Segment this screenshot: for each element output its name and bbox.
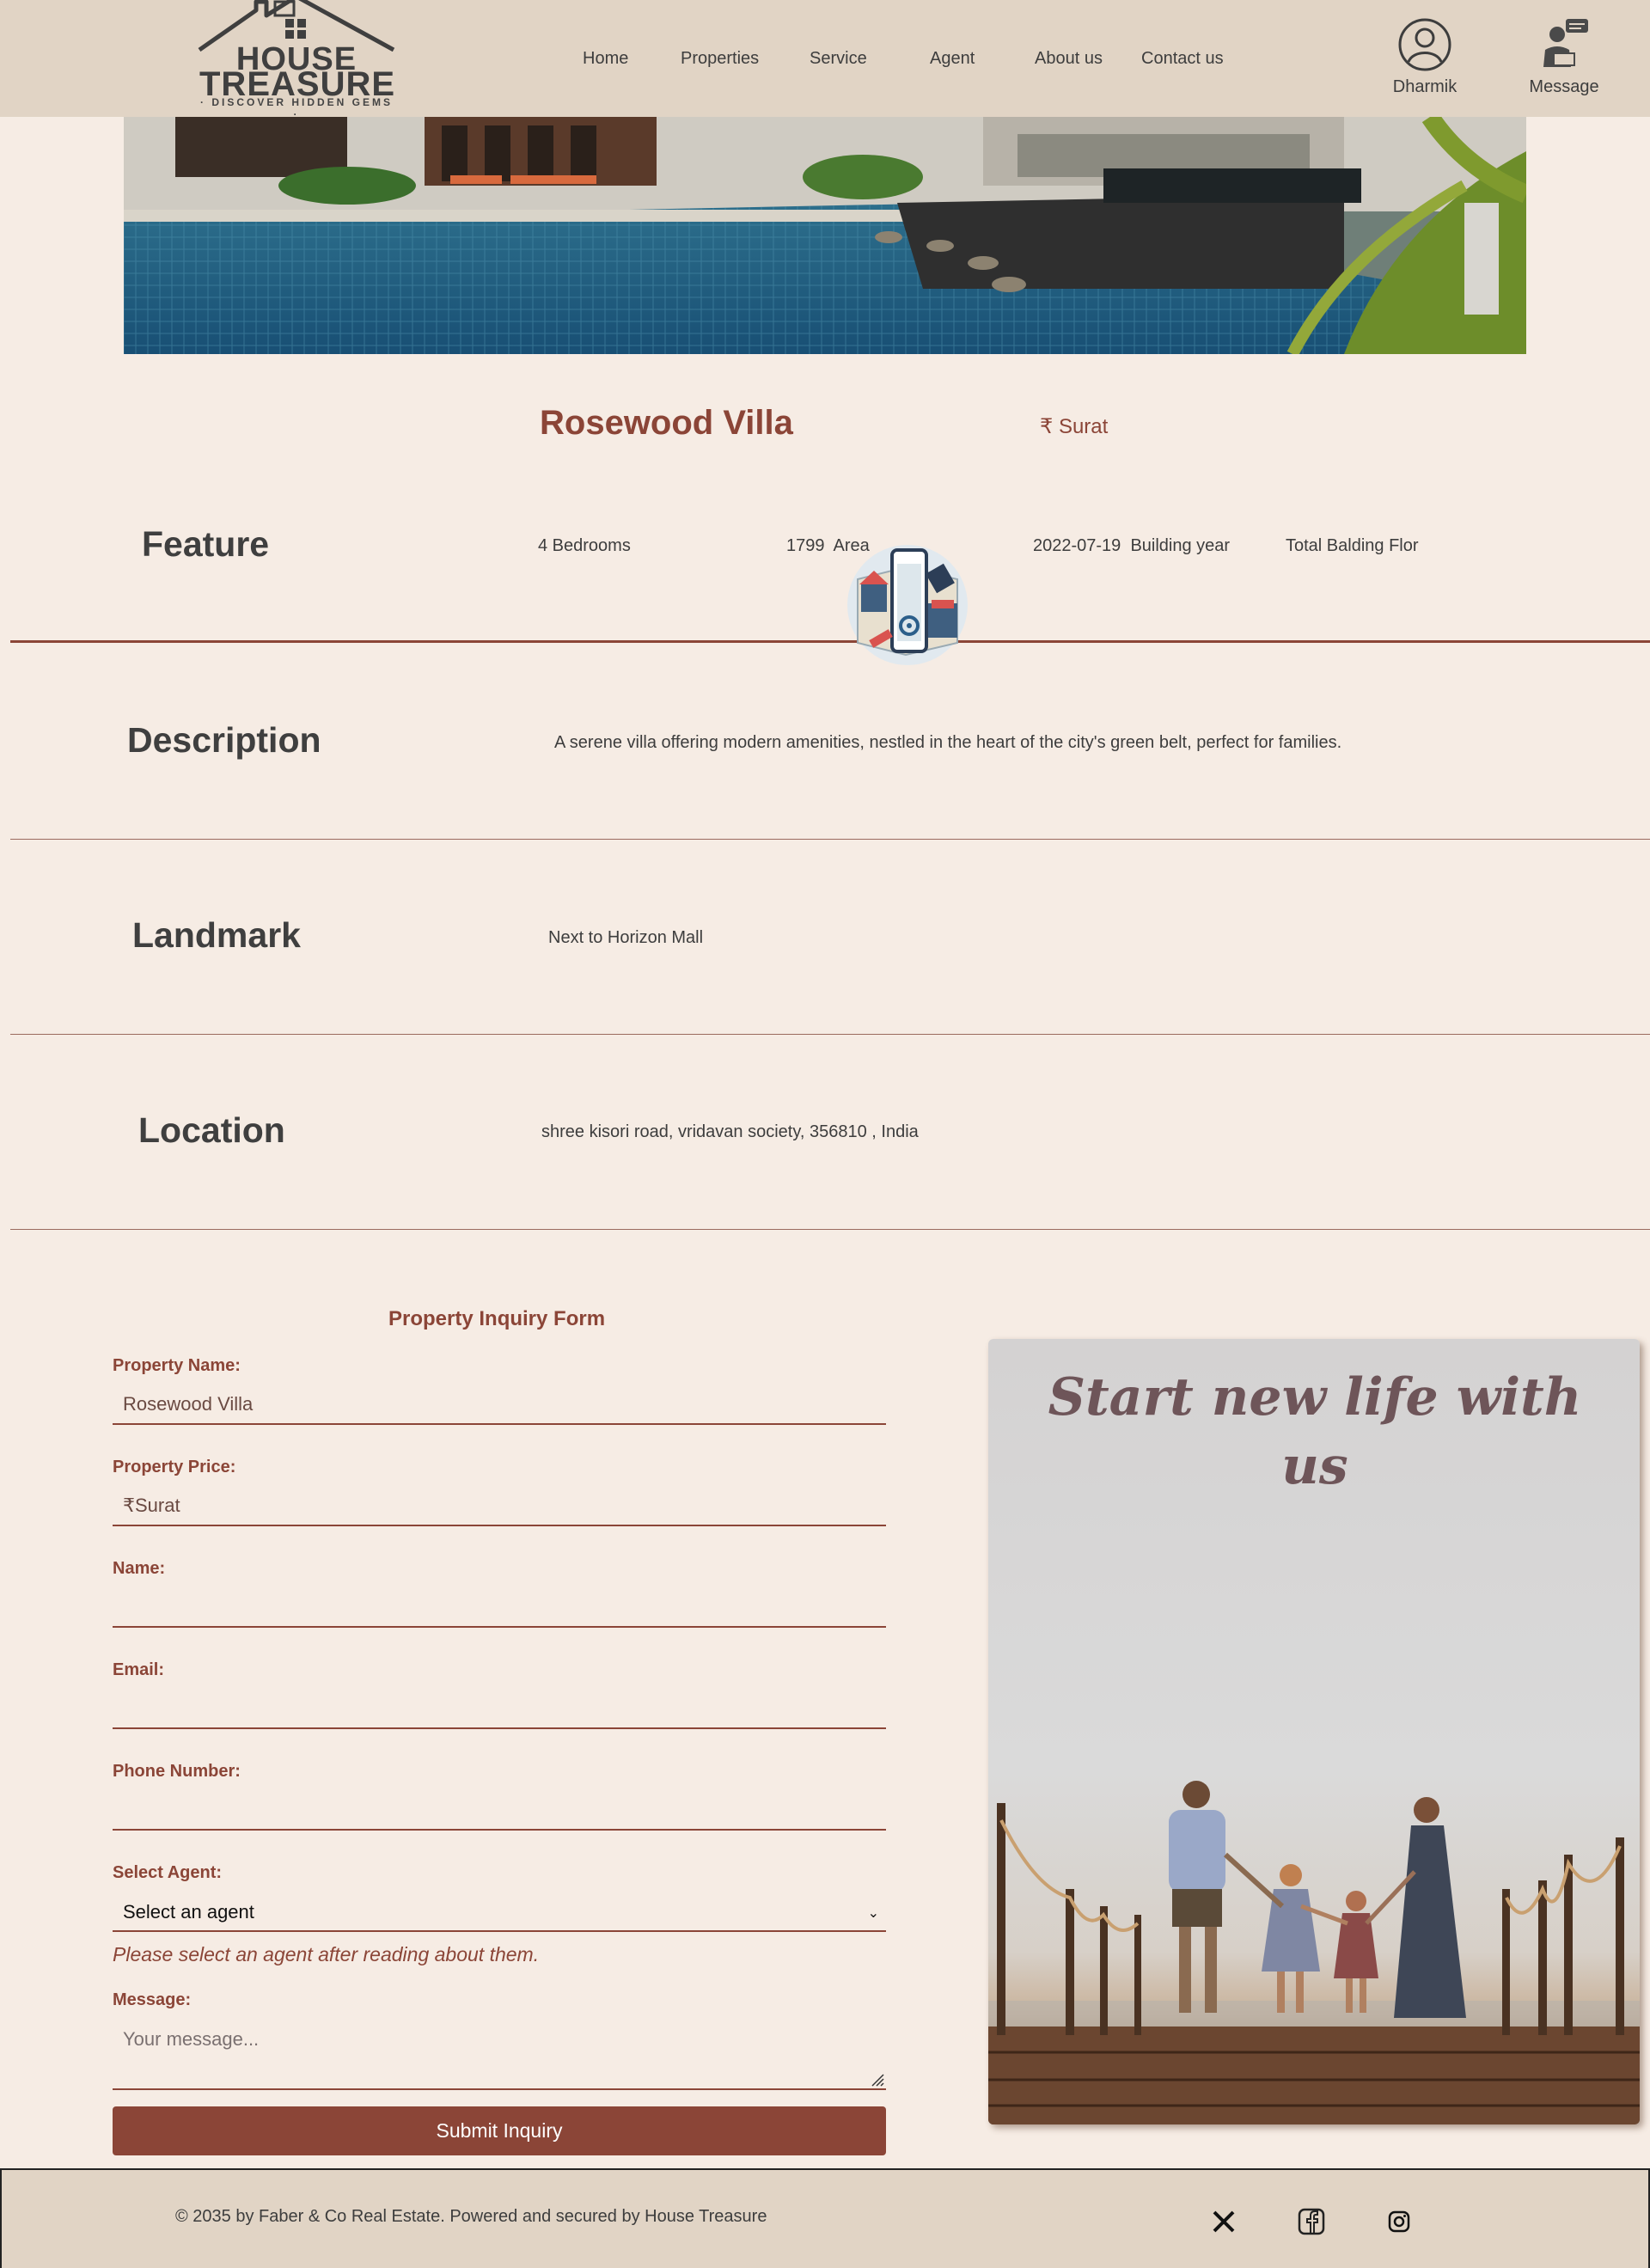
landmark-heading: Landmark [132,915,301,955]
user-name: Dharmik [1392,77,1458,96]
feature-bedrooms: 4 Bedrooms [538,536,631,555]
agent-help-text: Please select an agent after reading abo… [113,1943,540,1965]
message-textarea[interactable]: Your message... [113,2020,886,2090]
message-label: Message [1529,77,1599,96]
nav-contact[interactable]: Contact us [1141,48,1224,69]
landmark-text: Next to Horizon Mall [548,928,704,947]
map-properties-icon [844,541,971,669]
site-header: HOUSE TREASURE · DISCOVER HIDDEN GEMS · … [0,0,1650,120]
form-title: Property Inquiry Form [388,1307,606,1330]
email-input[interactable] [113,1690,886,1729]
x-icon[interactable] [1210,2208,1238,2235]
user-profile-button[interactable]: Dharmik [1385,17,1464,103]
message-placeholder: Your message... [123,2028,260,2050]
footer-copyright: © 2035 by Faber & Co Real Estate. Powere… [175,2207,767,2226]
property-price-input[interactable] [113,1487,886,1526]
property-name-label: Property Name: [113,1356,241,1375]
agent-select-value: Select an agent [123,1901,254,1923]
description-divider [10,839,1650,840]
name-input[interactable] [113,1588,886,1628]
chevron-down-icon: ⌄ [867,1906,879,1921]
nav-service[interactable]: Service [810,48,867,69]
promo-card: Start new life with us [988,1339,1640,2124]
property-price: ₹ Surat [1040,414,1108,439]
feature-year-value: 2022-07-19 [1033,536,1121,555]
nav-home[interactable]: Home [583,48,628,69]
location-divider [10,1229,1650,1230]
hero-image [124,117,1526,354]
property-name-input[interactable] [113,1385,886,1425]
property-price-text: Surat [1058,415,1109,438]
feature-floors: Total Balding Flor [1286,536,1419,555]
phone-input[interactable] [113,1791,886,1831]
feature-heading: Feature [142,524,270,564]
family-pier-photo [988,1781,1640,2124]
message-button[interactable]: Message [1521,17,1607,103]
message-label-field: Message: [113,1990,192,2009]
agent-label: Select Agent: [113,1863,223,1882]
submit-inquiry-button[interactable]: Submit Inquiry [113,2106,886,2155]
feature-year-label: Building year [1130,536,1231,555]
instagram-icon[interactable] [1385,2208,1413,2235]
feature-building-year: 2022-07-19 Building year [1033,536,1230,556]
nav-properties[interactable]: Properties [681,48,759,69]
nav-agent[interactable]: Agent [930,48,975,69]
name-label: Name: [113,1559,166,1578]
landmark-divider [10,1034,1650,1035]
villa-pool-photo [124,117,1526,354]
feature-divider [10,640,1650,643]
email-label: Email: [113,1660,165,1679]
description-text: A serene villa offering modern amenities… [554,733,1342,752]
nav-about[interactable]: About us [1035,48,1103,69]
site-footer: © 2035 by Faber & Co Real Estate. Powere… [0,2168,1650,2268]
brand-logo[interactable]: HOUSE TREASURE · DISCOVER HIDDEN GEMS · [196,0,397,120]
description-heading: Description [127,720,321,760]
property-price-label: Property Price: [113,1458,236,1476]
agent-chat-icon [1543,19,1588,67]
agent-select[interactable]: Select an agent ⌄ [113,1892,886,1932]
feature-area-value: 1799 [786,536,825,555]
user-circle-icon [1398,18,1451,71]
resize-grip-icon[interactable] [869,2071,884,2087]
phone-label: Phone Number: [113,1762,241,1781]
location-text: shree kisori road, vridavan society, 356… [541,1122,919,1141]
rupee-icon: ₹ [1040,415,1054,438]
facebook-icon[interactable] [1298,2208,1325,2235]
property-title: Rosewood Villa [540,404,793,442]
location-heading: Location [138,1110,285,1150]
